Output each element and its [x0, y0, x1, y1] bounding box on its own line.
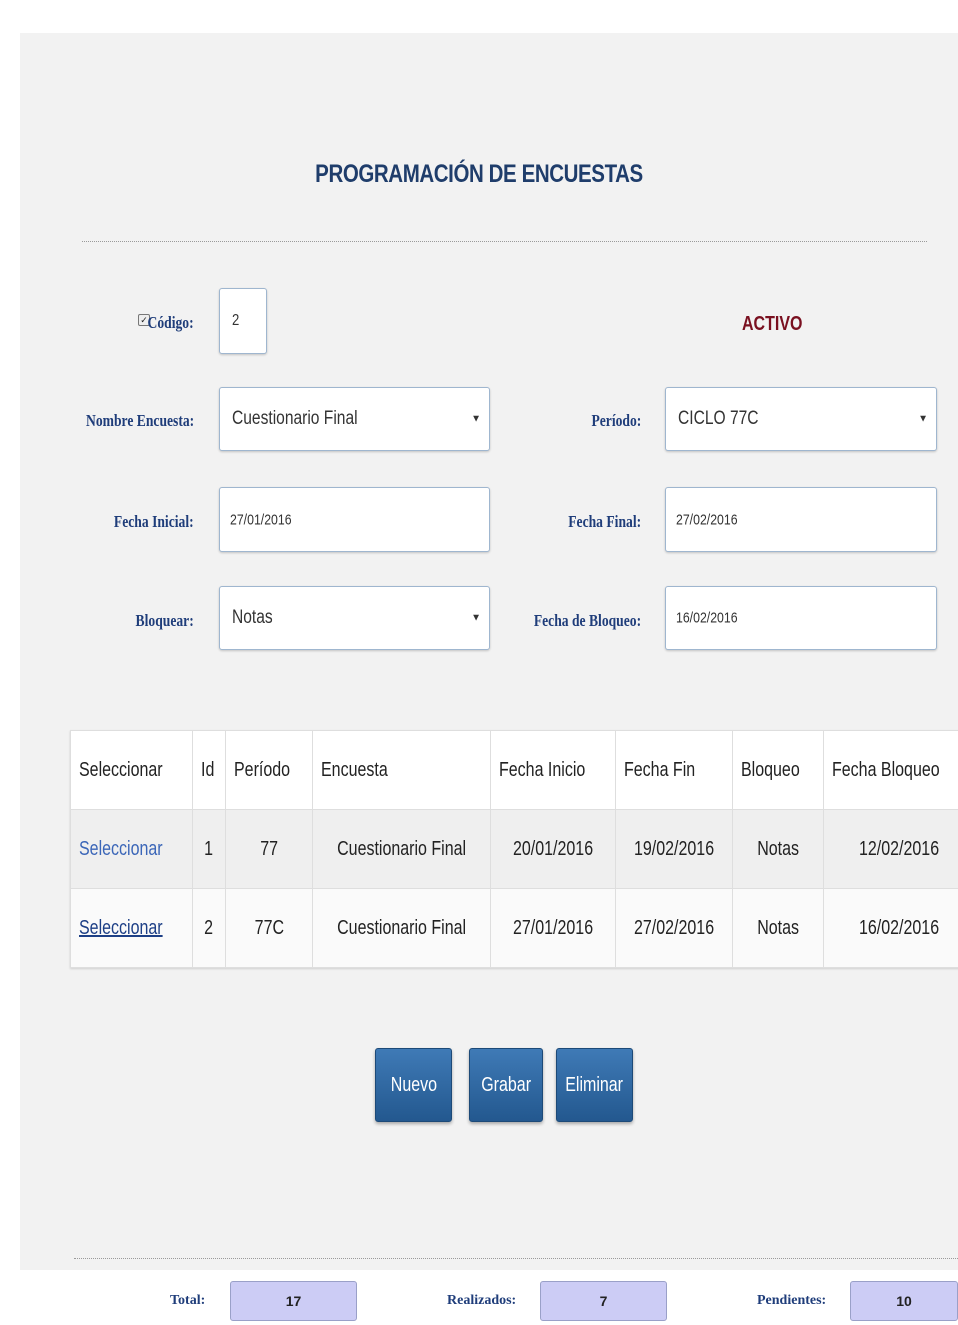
- table-cell: Cuestionario Final: [312, 888, 492, 968]
- bloquear-label: Bloquear:: [135, 611, 194, 630]
- column-header: Fecha Fin: [615, 730, 734, 810]
- realizados-counter: 7: [540, 1281, 667, 1321]
- table-cell: 19/02/2016: [615, 809, 734, 889]
- table-cell: 77C: [225, 888, 314, 968]
- table-cell: 20/01/2016: [490, 809, 617, 889]
- periodo-label: Período:: [591, 411, 641, 430]
- fecha-final-value: 27/02/2016: [676, 511, 738, 528]
- chevron-down-icon: ▼: [471, 612, 481, 624]
- encuestas-table: Seleccionar Id Período Encuesta Fecha In…: [70, 730, 958, 968]
- table-cell: 77: [225, 809, 314, 889]
- nuevo-button[interactable]: Nuevo: [375, 1048, 452, 1122]
- realizados-label: Realizados:: [447, 1293, 517, 1308]
- table-row: Seleccionar 1 77 Cuestionario Final 20/0…: [70, 809, 958, 889]
- chevron-down-icon: ▼: [471, 413, 481, 425]
- column-header: Seleccionar: [70, 730, 193, 810]
- periodo-select[interactable]: CICLO 77C ▼: [665, 387, 937, 451]
- fecha-bloqueo-input[interactable]: 16/02/2016: [665, 586, 937, 650]
- column-header: Fecha Bloqueo: [822, 730, 958, 810]
- table-cell: Notas: [732, 888, 824, 968]
- periodo-value: CICLO 77C: [678, 408, 759, 429]
- fecha-final-label: Fecha Final:: [568, 512, 641, 531]
- fecha-bloqueo-label: Fecha de Bloqueo:: [533, 611, 641, 630]
- nombre-encuesta-label: Nombre Encuesta:: [85, 411, 194, 430]
- total-counter: 17: [230, 1281, 357, 1321]
- pendientes-label: Pendientes:: [757, 1293, 827, 1308]
- column-header: Bloqueo: [732, 730, 824, 810]
- title-divider: [82, 241, 927, 242]
- table-cell: 12/02/2016: [822, 809, 958, 889]
- status-badge: ACTIVO: [742, 313, 803, 335]
- footer-divider: [74, 1258, 958, 1259]
- select-row-link[interactable]: Seleccionar: [79, 917, 163, 940]
- fecha-inicial-label: Fecha Inicial:: [114, 512, 194, 531]
- fecha-final-input[interactable]: 27/02/2016: [665, 487, 937, 552]
- eliminar-button[interactable]: Eliminar: [556, 1048, 633, 1122]
- codigo-value: 2: [232, 312, 240, 329]
- select-link-cell[interactable]: Seleccionar: [70, 809, 193, 889]
- page-title: PROGRAMACIÓN DE ENCUESTAS: [315, 160, 643, 188]
- bloquear-select[interactable]: Notas ▼: [219, 586, 490, 650]
- fecha-inicial-value: 27/01/2016: [230, 511, 292, 528]
- column-header: Fecha Inicio: [490, 730, 617, 810]
- table-cell: Notas: [732, 809, 824, 889]
- fecha-inicial-input[interactable]: 27/01/2016: [219, 487, 490, 552]
- nombre-encuesta-select[interactable]: Cuestionario Final ▼: [219, 387, 490, 451]
- table-cell: 27/02/2016: [615, 888, 734, 968]
- column-header: Período: [225, 730, 314, 810]
- table-cell: Cuestionario Final: [312, 809, 492, 889]
- total-label: Total:: [170, 1293, 206, 1308]
- column-header: Id: [191, 730, 227, 810]
- codigo-field[interactable]: 2: [219, 288, 267, 354]
- pendientes-counter: 10: [850, 1281, 958, 1321]
- codigo-label: Código:: [147, 313, 194, 332]
- select-link-cell[interactable]: Seleccionar: [70, 888, 193, 968]
- select-row-link[interactable]: Seleccionar: [79, 838, 163, 861]
- table-cell: 1: [191, 809, 227, 889]
- table-cell: 27/01/2016: [490, 888, 617, 968]
- nombre-encuesta-value: Cuestionario Final: [232, 408, 358, 429]
- column-header: Encuesta: [312, 730, 492, 810]
- table-header-row: Seleccionar Id Período Encuesta Fecha In…: [70, 730, 958, 810]
- table-cell: 16/02/2016: [822, 888, 958, 968]
- fecha-bloqueo-value: 16/02/2016: [676, 609, 738, 627]
- table-cell: 2: [191, 888, 227, 968]
- chevron-down-icon: ▼: [918, 413, 928, 425]
- table-row: Seleccionar 2 77C Cuestionario Final 27/…: [70, 888, 958, 968]
- grabar-button[interactable]: Grabar: [469, 1048, 543, 1122]
- bloquear-value: Notas: [232, 607, 273, 628]
